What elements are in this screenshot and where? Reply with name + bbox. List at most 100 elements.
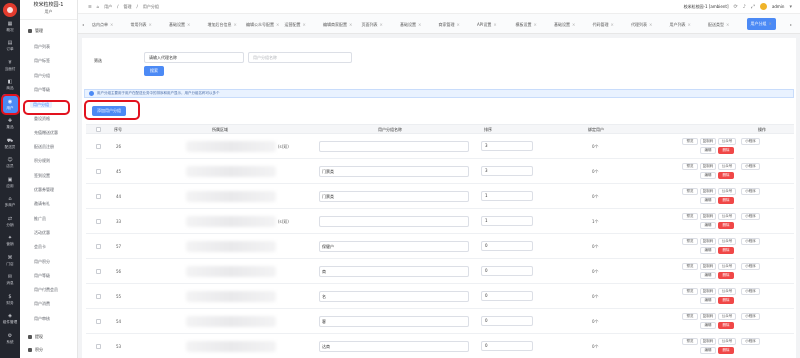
delete-button[interactable]: 删除 xyxy=(718,322,734,329)
submenu-item[interactable]: 优惠券管理 xyxy=(34,187,54,192)
group-name-input[interactable]: 用户分组名称 xyxy=(248,52,352,63)
copy-code-button[interactable]: 复制码 xyxy=(700,138,716,145)
bell-icon[interactable]: ♪ xyxy=(743,4,746,10)
official-account-button[interactable]: 公众号 xyxy=(718,213,736,220)
close-icon[interactable]: × xyxy=(534,22,537,27)
submenu-item[interactable]: 邀请有礼 xyxy=(34,201,50,206)
edit-button[interactable]: 编辑 xyxy=(700,347,716,354)
select-all-checkbox[interactable] xyxy=(96,127,101,132)
order-input[interactable]: 0 xyxy=(481,241,533,251)
page-tab[interactable]: 基础设置 × xyxy=(400,20,421,29)
edit-button[interactable]: 编辑 xyxy=(700,197,716,204)
close-icon[interactable]: × xyxy=(688,22,691,27)
rail-item[interactable]: ☺ 店员 xyxy=(0,153,20,173)
refresh-icon[interactable]: ⟳ xyxy=(734,4,738,10)
rail-item[interactable]: ✉ 消息 xyxy=(0,270,20,290)
add-user-group-button[interactable]: 添加用户分组 xyxy=(92,106,126,116)
copy-code-button[interactable]: 复制码 xyxy=(700,263,716,270)
order-input[interactable]: 0 xyxy=(481,291,533,301)
official-account-button[interactable]: 公众号 xyxy=(718,138,736,145)
close-icon[interactable]: × xyxy=(149,22,152,27)
submenu-item[interactable]: 用户积分 xyxy=(34,259,50,264)
mini-program-button[interactable]: 小程序 xyxy=(741,288,760,295)
preview-button[interactable]: 预览 xyxy=(682,288,698,295)
mini-program-button[interactable]: 小程序 xyxy=(741,313,760,320)
column-header-order[interactable]: 排序 xyxy=(484,127,492,133)
preview-button[interactable]: 预览 xyxy=(682,238,698,245)
rail-item[interactable]: ▦ 概况 xyxy=(0,16,20,36)
store-switcher[interactable]: 校米粒校园-1 [ambient] xyxy=(684,4,729,10)
close-icon[interactable]: × xyxy=(457,22,460,27)
column-header-id[interactable]: 序号 xyxy=(114,127,122,133)
edit-button[interactable]: 编辑 xyxy=(700,172,716,179)
page-tab[interactable]: 用户列表 × xyxy=(670,20,691,29)
edit-button[interactable]: 编辑 xyxy=(700,222,716,229)
submenu-item[interactable]: 充值赠送优惠 xyxy=(34,130,58,135)
official-account-button[interactable]: 公众号 xyxy=(718,263,736,270)
page-tab[interactable]: 编辑公众号配置 × xyxy=(246,20,279,29)
close-icon[interactable]: × xyxy=(611,22,614,27)
group-name-field[interactable]: 达商 xyxy=(319,341,469,352)
submenu-item[interactable]: 活动优惠 xyxy=(34,230,50,235)
page-tab[interactable]: 基础设置 × xyxy=(554,20,575,29)
delete-button[interactable]: 删除 xyxy=(718,222,734,229)
rail-item[interactable]: ✚ 集品 xyxy=(0,114,20,134)
submenu-item[interactable]: 会员卡 xyxy=(34,244,46,249)
submenu-item[interactable]: 签到设置 xyxy=(34,173,50,178)
mini-program-button[interactable]: 小程序 xyxy=(741,263,760,270)
close-icon[interactable]: × xyxy=(303,22,306,27)
row-checkbox[interactable] xyxy=(96,319,101,324)
avatar[interactable] xyxy=(759,3,767,10)
order-input[interactable]: 1 xyxy=(481,191,533,201)
submenu-item[interactable]: 用户列表 xyxy=(34,44,50,49)
copy-code-button[interactable]: 复制码 xyxy=(700,338,716,345)
tab-scroll-right-icon[interactable]: ▸ xyxy=(790,20,792,29)
submenu-item[interactable]: 配送员注册 xyxy=(34,144,54,149)
row-checkbox[interactable] xyxy=(96,194,101,199)
delete-button[interactable]: 删除 xyxy=(718,297,734,304)
submenu-item[interactable]: 推广员 xyxy=(34,216,46,221)
submenu-item[interactable]: 用户付费会员 xyxy=(34,287,58,292)
rail-item[interactable]: ⇄ 分销 xyxy=(0,211,20,231)
order-input[interactable]: 3 xyxy=(481,141,533,151)
logo-icon[interactable] xyxy=(3,3,17,17)
page-tab[interactable]: 页面列表 × xyxy=(362,20,383,29)
menu-group-points[interactable]: 积分 xyxy=(28,347,43,353)
group-name-field[interactable]: 商 xyxy=(319,266,469,277)
page-tab[interactable]: 用户分组 × xyxy=(746,18,776,30)
submenu-item[interactable]: 用户等级 xyxy=(34,273,50,278)
bound-user-count[interactable]: 0个 xyxy=(592,169,599,175)
preview-button[interactable]: 预览 xyxy=(682,138,698,145)
close-icon[interactable]: × xyxy=(726,22,729,27)
page-tab[interactable]: API设置 × xyxy=(477,20,497,29)
close-icon[interactable]: × xyxy=(234,22,237,27)
rail-item[interactable]: ▣ 应用 xyxy=(0,172,20,192)
row-checkbox[interactable] xyxy=(96,244,101,249)
copy-code-button[interactable]: 复制码 xyxy=(700,213,716,220)
rail-item[interactable]: ⛟ 配送员 xyxy=(0,133,20,153)
menu-group-manage[interactable]: 管理 xyxy=(28,28,43,34)
fullscreen-icon[interactable]: ⤢ xyxy=(751,4,755,10)
page-tab[interactable]: 常用列表 × xyxy=(131,20,152,29)
bound-user-count[interactable]: 0个 xyxy=(592,269,599,275)
group-name-field[interactable]: 名 xyxy=(319,291,469,302)
row-checkbox[interactable] xyxy=(96,344,101,349)
preview-button[interactable]: 预览 xyxy=(682,338,698,345)
rail-item[interactable]: $ 财务 xyxy=(0,289,20,309)
edit-button[interactable]: 编辑 xyxy=(700,272,716,279)
mini-program-button[interactable]: 小程序 xyxy=(741,213,760,220)
menu-group-withdraw[interactable]: 提现 xyxy=(28,334,43,340)
preview-button[interactable]: 预览 xyxy=(682,163,698,170)
tab-scroll-left-icon[interactable]: ◂ xyxy=(82,20,84,29)
rail-item[interactable]: ¥ 当面付 xyxy=(0,55,20,75)
page-tab[interactable]: 基础设置 × xyxy=(169,20,190,29)
page-tab[interactable]: 运营配置 × xyxy=(285,20,306,29)
page-tab[interactable]: 代码管理 × xyxy=(593,20,614,29)
edit-button[interactable]: 编辑 xyxy=(700,322,716,329)
rail-item[interactable]: ▤ 订单 xyxy=(0,36,20,56)
search-button[interactable]: 搜索 xyxy=(144,66,164,76)
username[interactable]: admin xyxy=(772,4,785,9)
rail-item[interactable]: ◈ 组件管理 xyxy=(0,309,20,329)
bound-user-count[interactable]: 0个 xyxy=(592,344,599,350)
delete-button[interactable]: 删除 xyxy=(718,197,734,204)
